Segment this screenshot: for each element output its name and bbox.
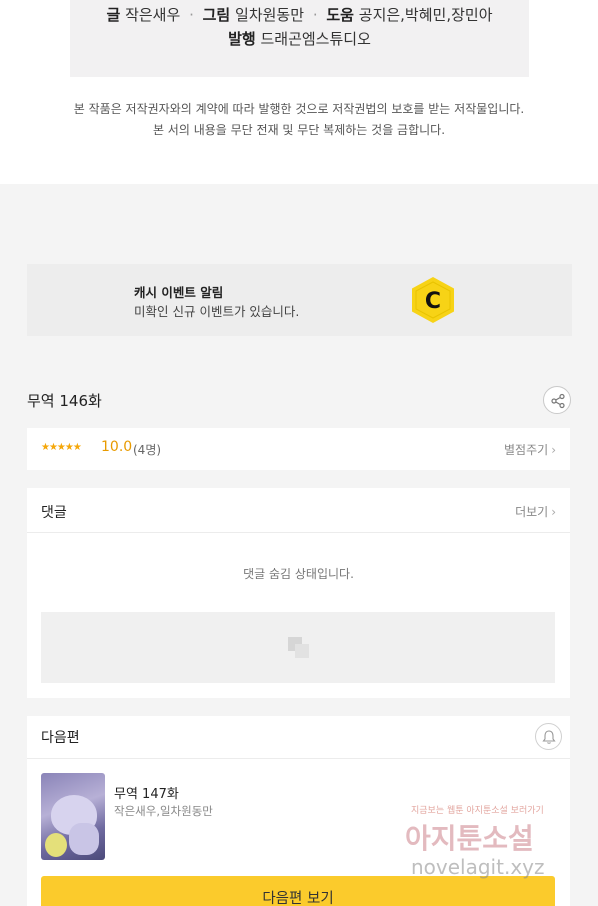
rating-score: 10.0 bbox=[101, 439, 133, 455]
rate-button[interactable]: 별점주기 › bbox=[504, 441, 556, 458]
next-episode-card: 다음편 무역 147화 작은새우,일차원동만 다음편 보기 bbox=[27, 716, 570, 906]
cash-logo-letter: C bbox=[425, 289, 441, 314]
credits-line-1: 글 작은새우 · 그림 일차원동만 · 도움 공지은,박혜민,장민아 bbox=[70, 4, 529, 25]
copyright-line-2: 본 서의 내용을 무단 전재 및 무단 복제하는 것을 금합니다. bbox=[152, 123, 446, 137]
comments-more-button[interactable]: 더보기 › bbox=[515, 503, 556, 520]
ad-placeholder[interactable] bbox=[41, 612, 555, 683]
chevron-right-icon: › bbox=[551, 505, 556, 519]
artist-label: 그림 bbox=[202, 6, 231, 24]
share-button[interactable] bbox=[543, 386, 571, 414]
next-label: 다음편 bbox=[41, 730, 80, 746]
credits-box: 글 작은새우 · 그림 일차원동만 · 도움 공지은,박혜민,장민아 발행 드래… bbox=[70, 0, 529, 77]
assist-names: 공지은,박혜민,장민아 bbox=[358, 6, 493, 24]
rating-count: (4명) bbox=[133, 443, 162, 457]
publisher-name: 드래곤엠스튜디오 bbox=[260, 30, 371, 48]
bell-icon bbox=[542, 730, 556, 744]
cash-event-banner[interactable]: 캐시 이벤트 알림 미확인 신규 이벤트가 있습니다. C bbox=[27, 264, 572, 336]
next-episode-thumbnail[interactable] bbox=[41, 773, 105, 860]
chevron-right-icon: › bbox=[551, 443, 556, 457]
top-section: 글 작은새우 · 그림 일차원동만 · 도움 공지은,박혜민,장민아 발행 드래… bbox=[0, 0, 598, 184]
cash-event-desc: 미확인 신규 이벤트가 있습니다. bbox=[134, 304, 300, 319]
next-episode-title[interactable]: 무역 147화 bbox=[114, 783, 179, 802]
comments-header: 댓글 더보기 › bbox=[27, 488, 570, 533]
next-episode-button[interactable]: 다음편 보기 bbox=[41, 876, 555, 906]
thumbnail-art bbox=[69, 823, 99, 855]
rate-button-label: 별점주기 bbox=[504, 443, 549, 457]
separator: · bbox=[312, 6, 318, 24]
comments-more-label: 더보기 bbox=[515, 505, 549, 519]
assist-label: 도움 bbox=[326, 6, 354, 24]
cash-event-title: 캐시 이벤트 알림 bbox=[134, 285, 224, 300]
image-placeholder-icon bbox=[288, 637, 309, 658]
notification-button[interactable] bbox=[535, 723, 562, 750]
star-rating-icon: ★★★★★ bbox=[41, 442, 82, 453]
artist-name: 일차원동만 bbox=[235, 6, 305, 24]
copyright-notice: 본 작품은 저작권자와의 계약에 따라 발행한 것으로 저작권법의 보호를 받는… bbox=[0, 99, 598, 141]
cash-logo-icon: C bbox=[412, 277, 454, 323]
next-episode-button-label: 다음편 보기 bbox=[262, 891, 334, 906]
credits-line-2: 발행 드래곤엠스튜디오 bbox=[70, 28, 529, 49]
episode-title: 무역 146화 bbox=[27, 392, 102, 410]
copyright-line-1: 본 작품은 저작권자와의 계약에 따라 발행한 것으로 저작권법의 보호를 받는… bbox=[73, 102, 525, 116]
separator: · bbox=[189, 6, 194, 24]
comments-hidden-message: 댓글 숨김 상태입니다. bbox=[243, 567, 354, 581]
writer-name: 작은새우 bbox=[125, 6, 181, 24]
comments-label: 댓글 bbox=[41, 505, 67, 521]
publisher-label: 발행 bbox=[228, 30, 256, 48]
thumbnail-art bbox=[45, 833, 67, 857]
next-episode-authors: 작은새우,일차원동만 bbox=[114, 804, 213, 818]
share-icon bbox=[551, 393, 565, 409]
comments-card: 댓글 더보기 › 댓글 숨김 상태입니다. bbox=[27, 488, 570, 698]
rating-card: ★★★★★ 10.0 (4명) 별점주기 › bbox=[27, 428, 570, 470]
next-header: 다음편 bbox=[27, 716, 570, 759]
writer-label: 글 bbox=[106, 6, 121, 24]
